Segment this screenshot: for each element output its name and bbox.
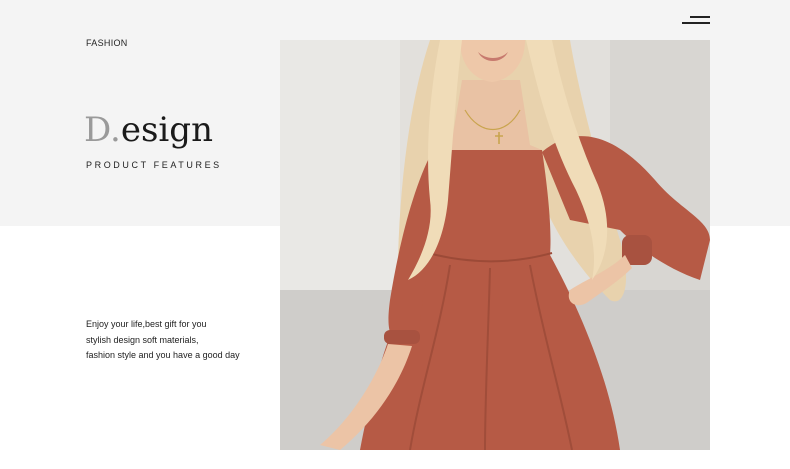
left-cuff [384,330,420,344]
model-in-dress-illustration [280,40,710,450]
product-description: Enjoy your life,best gift for you stylis… [86,317,266,364]
menu-bar-long [682,22,710,24]
description-line: fashion style and you have a good day [86,350,240,360]
page-subtitle: PRODUCT FEATURES [86,160,222,170]
page-title: D.esign [84,108,213,152]
title-rest: esign [120,110,213,150]
section-label: FASHION [86,38,128,48]
menu-bar-short [690,16,710,18]
description-line: stylish design soft materials, [86,334,199,345]
hamburger-menu-icon[interactable] [682,14,710,28]
product-photo [280,40,710,450]
title-initial: D. [84,110,121,150]
description-line: Enjoy your life,best gift for you [86,319,207,329]
